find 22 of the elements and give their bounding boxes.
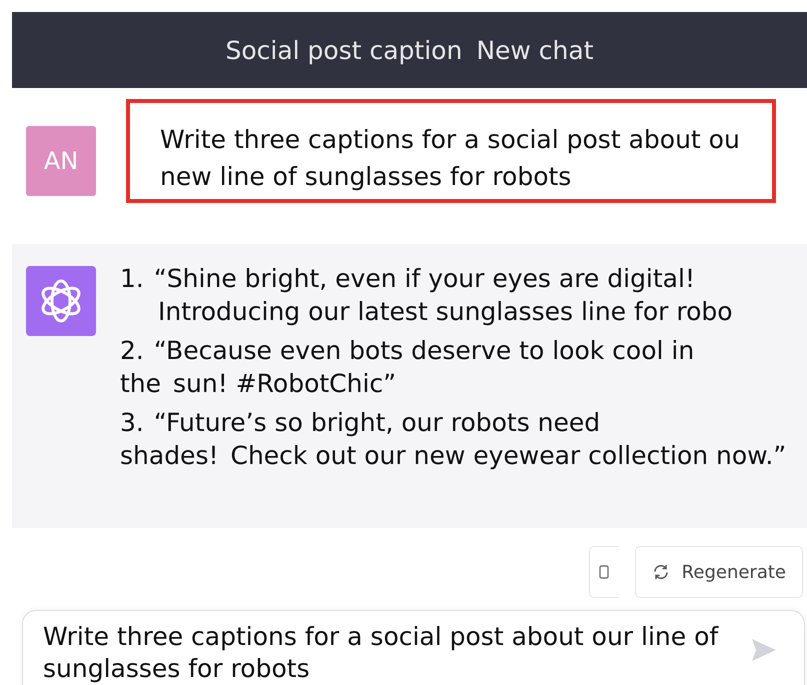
reply-text: sun! #RobotChic” (173, 368, 396, 400)
message-text: Write three captions for a social post about ou (160, 124, 740, 156)
list-number: 3. (120, 407, 144, 439)
reply-text: the (120, 368, 162, 400)
reply-text: Check out our new eyewear collection now.” (230, 440, 786, 472)
copy-button[interactable] (588, 546, 619, 598)
message-text: new line of sunglasses for robots (160, 161, 572, 193)
reply-text: shades! (120, 440, 218, 472)
list-number: 2. (120, 335, 144, 367)
user-avatar: AN (26, 126, 96, 196)
refresh-icon (652, 563, 670, 581)
reply-text: “Shine bright, even if your eyes are digital! (154, 263, 695, 295)
chat-title: Social post caption (225, 36, 462, 64)
list-number: 1. (120, 263, 144, 295)
square-icon (599, 565, 610, 579)
reply-text: “Because even bots deserve to look cool in (154, 335, 694, 367)
message-input[interactable]: Write three captions for a social post about our line of sunglasses for robots (22, 610, 805, 685)
knot-logo-icon (26, 266, 96, 336)
reply-text: Introducing our latest sunglasses line for robo (157, 296, 734, 328)
chat-title: New chat (476, 36, 594, 64)
reply-text: “Future’s so bright, our robots need (154, 407, 600, 439)
regenerate-button[interactable]: Regenerate (634, 546, 803, 598)
